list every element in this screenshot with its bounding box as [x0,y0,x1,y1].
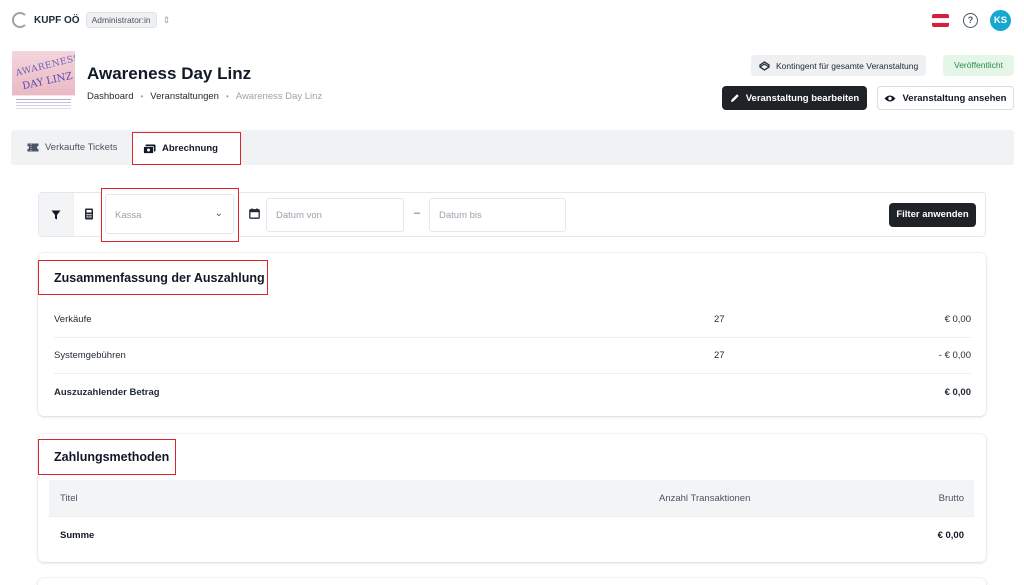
payment-methods-title: Zahlungsmethoden [38,439,176,475]
date-separator: – [414,207,421,219]
ticket-icon [27,143,39,152]
role-badge: Administrator:in [85,12,157,28]
edit-event-label: Veranstaltung bearbeiten [745,92,860,104]
date-to-input[interactable]: Datum bis [429,198,566,232]
org-name: KUPF OÖ [34,14,80,26]
page-title: Awareness Day Linz [87,64,252,83]
payment-methods-table-header: Titel Anzahl Transaktionen Brutto [49,480,974,516]
avatar[interactable]: KS [990,10,1011,31]
tab-bar: Verkaufte Tickets Abrechnung [11,130,1014,165]
event-thumbnail: AWARENESS DAY LINZ [12,51,75,114]
breadcrumb-veranstaltungen[interactable]: Veranstaltungen [150,91,219,102]
status-badge: Veröffentlicht [943,55,1014,76]
tab-label: Verkaufte Tickets [45,142,118,153]
tab-label: Abrechnung [162,143,218,154]
kassa-placeholder: Kassa [115,210,142,221]
austria-flag-icon[interactable] [932,14,949,27]
kontingent-button[interactable]: Kontingent für gesamte Veranstaltung [751,55,927,76]
total-amount: € 0,00 [937,530,964,541]
summary-amount: € 0,00 [944,314,971,325]
kontingent-label: Kontingent für gesamte Veranstaltung [776,60,919,71]
summary-row-fees: Systemgebühren 27 - € 0,00 [54,338,971,374]
org-switcher[interactable]: KUPF OÖ Administrator:in ⇕ [12,12,170,28]
column-header-gross: Brutto [938,493,964,504]
summary-label: Verkäufe [54,314,92,325]
date-from-input[interactable]: Datum von [266,198,404,232]
breadcrumb-dashboard[interactable]: Dashboard [87,91,133,102]
view-event-button[interactable]: Veranstaltung ansehen [877,86,1014,110]
filter-bar: Kassa ⌄ Datum von – Datum bis Filter anw… [38,188,986,242]
tickets-stack-icon [759,60,770,71]
kassa-select[interactable]: Kassa ⌄ [101,188,239,242]
column-header-transactions: Anzahl Transaktionen [659,493,751,504]
view-event-label: Veranstaltung ansehen [902,92,1007,104]
summary-label: Auszuzahlender Betrag [54,386,160,398]
summary-label: Systemgebühren [54,350,126,361]
chevron-up-down-icon: ⇕ [162,14,171,25]
top-bar: KUPF OÖ Administrator:in ⇕ ? KS [0,0,1024,42]
pencil-icon [730,94,739,102]
total-label: Summe [60,530,95,541]
summary-row-sales: Verkäufe 27 € 0,00 [54,302,971,338]
summary-amount: - € 0,00 [938,350,971,361]
kassa-select-field: Kassa ⌄ [105,194,234,234]
breadcrumb: Dashboard • Veranstaltungen • Awareness … [87,91,322,102]
summary-amount: € 0,00 [944,386,971,398]
money-icon [143,144,156,154]
help-icon[interactable]: ? [963,13,978,28]
payout-summary-title: Zusammenfassung der Auszahlung [38,260,268,295]
tab-abrechnung[interactable]: Abrechnung [132,132,241,165]
filter-icon [39,193,74,236]
breadcrumb-current: Awareness Day Linz [235,91,323,102]
breadcrumb-separator: • [225,92,229,101]
summary-row-total: Auszuzahlender Betrag € 0,00 [54,374,971,410]
summary-count: 27 [714,314,725,325]
breadcrumb-separator: • [140,92,144,101]
apply-filter-button[interactable]: Filter anwenden [889,203,976,227]
payment-methods-total-row: Summe € 0,00 [49,516,974,552]
cash-register-icon [85,208,93,220]
eye-icon [884,95,896,101]
summary-count: 27 [714,350,725,361]
chevron-down-icon: ⌄ [214,208,223,219]
payment-methods-card: Zahlungsmethoden Titel Anzahl Transaktio… [38,434,986,562]
org-logo-icon [12,12,28,28]
tab-verkaufte-tickets[interactable]: Verkaufte Tickets [27,130,117,165]
next-card [38,578,986,585]
edit-event-button[interactable]: Veranstaltung bearbeiten [722,86,867,110]
payout-summary-card: Zusammenfassung der Auszahlung Verkäufe … [38,253,986,416]
column-header-title: Titel [60,493,78,504]
calendar-icon [249,208,260,219]
